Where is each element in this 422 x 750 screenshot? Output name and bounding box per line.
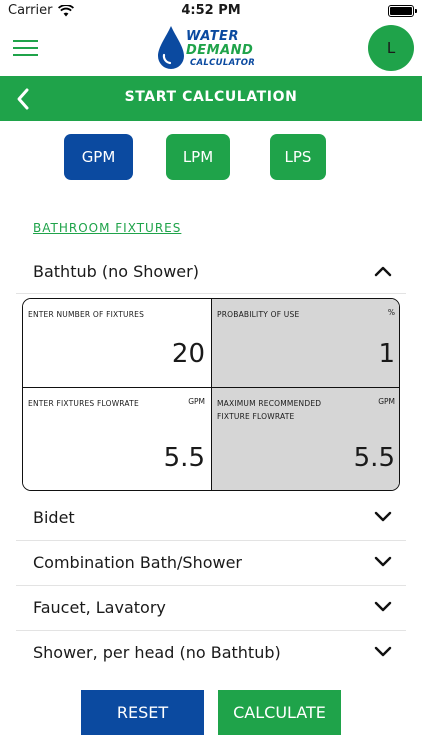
fixture-input-grid: ENTER NUMBER OF FIXTURES 20 PROBABILITY … (22, 298, 400, 491)
fixture-row-bidet[interactable]: Bidet (16, 496, 406, 541)
max-flowrate-value: 5.5 (353, 443, 395, 473)
hamburger-icon[interactable] (13, 40, 38, 58)
bathroom-fixtures-link[interactable]: BATHROOM FIXTURES (33, 221, 181, 235)
probability-unit: % (387, 308, 395, 317)
unit-lpm-button[interactable]: LPM (166, 134, 230, 180)
probability-field: PROBABILITY OF USE % 1 (212, 299, 399, 388)
fixture-row-faucet-lavatory[interactable]: Faucet, Lavatory (16, 586, 406, 631)
fixture-label: Combination Bath/Shower (33, 553, 243, 572)
max-flowrate-label: MAXIMUM RECOMMENDED FIXTURE FLOWRATE (217, 399, 322, 421)
num-fixtures-field[interactable]: ENTER NUMBER OF FIXTURES 20 (23, 299, 212, 388)
logo-word-calculator: CALCULATOR (190, 58, 256, 68)
probability-label: PROBABILITY OF USE (217, 310, 300, 319)
unit-gpm-button[interactable]: GPM (64, 134, 133, 180)
logo-word-demand: DEMAND (186, 43, 254, 58)
max-flowrate-field: MAXIMUM RECOMMENDED FIXTURE FLOWRATE GPM… (212, 388, 399, 490)
page-title: START CALCULATION (124, 89, 298, 105)
num-fixtures-value[interactable]: 20 (172, 339, 205, 369)
status-bar: Carrier 4:52 PM (0, 0, 422, 22)
chevron-down-icon[interactable] (374, 646, 392, 658)
fixture-row-shower-per-head[interactable]: Shower, per head (no Bathtub) (16, 631, 406, 676)
app-logo: WATER DEMAND CALCULATOR (156, 25, 266, 73)
flowrate-unit: GPM (188, 397, 205, 406)
user-avatar[interactable]: L (368, 25, 414, 71)
fixture-row-combination-bath-shower[interactable]: Combination Bath/Shower (16, 541, 406, 586)
num-fixtures-label: ENTER NUMBER OF FIXTURES (28, 310, 145, 319)
water-drop-icon (158, 26, 184, 69)
fixture-row-bathtub[interactable]: Bathtub (no Shower) (16, 250, 406, 294)
chevron-down-icon[interactable] (374, 601, 392, 613)
max-flowrate-unit: GPM (378, 397, 395, 406)
unit-lps-button[interactable]: LPS (270, 134, 326, 180)
fixture-label: Bidet (33, 508, 75, 527)
chevron-up-icon[interactable] (374, 265, 392, 277)
battery-icon (388, 5, 417, 17)
status-time: 4:52 PM (181, 3, 241, 18)
chevron-down-icon[interactable] (374, 511, 392, 523)
fixture-label: Shower, per head (no Bathtub) (33, 643, 281, 662)
title-bar: START CALCULATION (0, 76, 422, 121)
flowrate-label: ENTER FIXTURES FLOWRATE (28, 399, 139, 408)
flowrate-field[interactable]: ENTER FIXTURES FLOWRATE GPM 5.5 (23, 388, 212, 490)
fixture-label: Faucet, Lavatory (33, 598, 166, 617)
flowrate-value[interactable]: 5.5 (164, 443, 205, 473)
app-header: WATER DEMAND CALCULATOR L (0, 22, 422, 76)
logo-word-water: WATER (186, 29, 239, 44)
calculate-button[interactable]: CALCULATE (218, 690, 341, 735)
probability-value: 1 (378, 339, 395, 369)
fixture-label: Bathtub (no Shower) (33, 262, 199, 281)
reset-button[interactable]: RESET (81, 690, 204, 735)
chevron-down-icon[interactable] (374, 556, 392, 568)
